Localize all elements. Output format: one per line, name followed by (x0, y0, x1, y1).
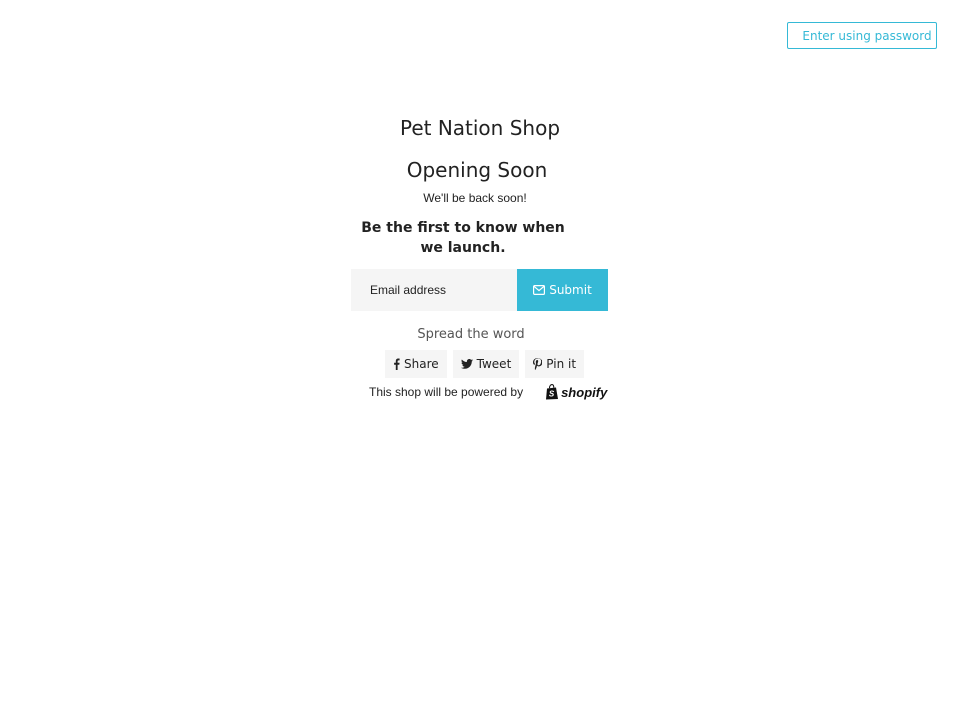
newsletter-form: Submit (351, 269, 608, 311)
shop-name: Pet Nation Shop (399, 116, 561, 140)
pinterest-icon (533, 358, 543, 370)
envelope-icon (533, 285, 546, 295)
svg-text:S: S (549, 389, 555, 398)
password-page: Enter using password Pet Nation Shop Ope… (0, 0, 960, 720)
tweet-label: Tweet (476, 357, 512, 371)
twitter-icon (460, 359, 473, 369)
share-twitter-button[interactable]: Tweet (452, 350, 520, 378)
facebook-icon (393, 358, 400, 370)
subtitle: We'll be back soon! (423, 191, 527, 205)
share-buttons: Share Tweet Pin it (385, 350, 585, 378)
powered-by-text: This shop will be powered by (369, 385, 524, 399)
pin-it-label: Pin it (546, 357, 577, 371)
enter-password-button[interactable]: Enter using password (787, 22, 937, 49)
shopify-logo[interactable]: S shopify (545, 384, 607, 400)
enter-password-label: Enter using password (802, 28, 932, 43)
submit-label: Submit (549, 283, 592, 297)
share-label: Share (404, 357, 439, 371)
spread-the-word-title: Spread the word (417, 327, 525, 342)
signup-cta: Be the first to know when we launch. (361, 220, 565, 256)
share-pinterest-button[interactable]: Pin it (525, 350, 585, 378)
submit-button[interactable]: Submit (517, 269, 608, 311)
share-facebook-button[interactable]: Share (385, 350, 447, 378)
email-input[interactable] (351, 269, 517, 311)
shopify-wordmark: shopify (561, 384, 608, 400)
shopify-bag-icon: S (545, 384, 559, 400)
page-heading: Opening Soon (0, 158, 960, 182)
heading-text: Opening Soon (406, 158, 548, 182)
powered-by: This shop will be powered by S shopify (369, 384, 607, 400)
